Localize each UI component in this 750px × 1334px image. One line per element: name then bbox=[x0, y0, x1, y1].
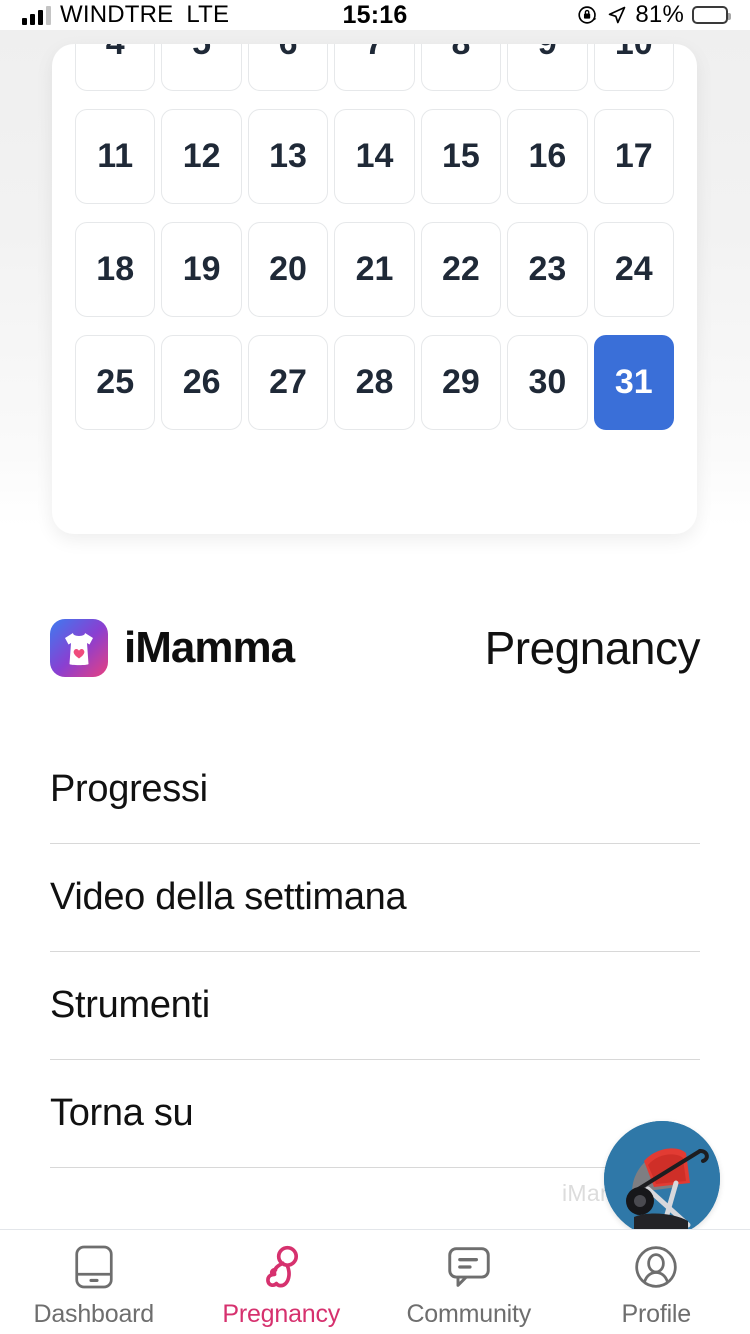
status-bar-left: WINDTRE LTE bbox=[22, 1, 375, 29]
calendar-day-18[interactable]: 18 bbox=[75, 222, 156, 317]
calendar-day-31[interactable]: 31 bbox=[593, 335, 674, 430]
calendar-day-29[interactable]: 29 bbox=[420, 335, 502, 430]
calendar-day-7[interactable]: 7 bbox=[334, 44, 415, 91]
calendar-day-15[interactable]: 15 bbox=[420, 109, 502, 204]
rotation-lock-icon bbox=[578, 6, 597, 24]
calendar-day-21[interactable]: 21 bbox=[334, 222, 415, 317]
tab-label: Pregnancy bbox=[222, 1300, 341, 1328]
network-type-label: LTE bbox=[186, 1, 230, 28]
calendar-day-4[interactable]: 4 bbox=[75, 44, 156, 91]
calendar-day-25[interactable]: 25 bbox=[75, 335, 156, 430]
calendar-day-30[interactable]: 30 bbox=[507, 335, 588, 430]
menu-item-0[interactable]: Progressi bbox=[50, 736, 700, 844]
calendar-day-28[interactable]: 28 bbox=[334, 335, 415, 430]
tab-profile[interactable]: Profile bbox=[563, 1230, 750, 1334]
signal-bars-icon bbox=[22, 5, 51, 25]
calendar-day-24[interactable]: 24 bbox=[593, 222, 674, 317]
menu-item-label: Video della settimana bbox=[50, 876, 407, 918]
menu-item-label: Strumenti bbox=[50, 984, 210, 1026]
calendar-day-10[interactable]: 10 bbox=[593, 44, 674, 91]
tab-pregnancy[interactable]: Pregnancy bbox=[188, 1230, 376, 1334]
stroller-ad-bubble[interactable] bbox=[604, 1121, 720, 1237]
calendar-day-20[interactable]: 20 bbox=[247, 222, 329, 317]
location-arrow-icon bbox=[609, 6, 626, 24]
brand-name-label: iMamma bbox=[124, 623, 295, 672]
fetus-icon bbox=[258, 1242, 304, 1292]
calendar-day-12[interactable]: 12 bbox=[161, 109, 242, 204]
brand-header-row: iMamma Pregnancy bbox=[0, 604, 750, 692]
menu-item-3[interactable]: Torna su bbox=[50, 1060, 700, 1168]
dress-glyph bbox=[65, 633, 93, 666]
page-title: Pregnancy bbox=[484, 622, 701, 674]
battery-percent-label: 81% bbox=[635, 1, 684, 28]
app-screen: WINDTRE LTE 15:16 81% 45678910 1112131415… bbox=[0, 0, 750, 1334]
calendar-day-5[interactable]: 5 bbox=[161, 44, 242, 91]
tab-label: Profile bbox=[621, 1300, 692, 1328]
calendar-day-9[interactable]: 9 bbox=[507, 44, 588, 91]
calendar-day-16[interactable]: 16 bbox=[507, 109, 588, 204]
tab-label: Dashboard bbox=[33, 1300, 154, 1328]
calendar-day-8[interactable]: 8 bbox=[420, 44, 502, 91]
calendar-day-26[interactable]: 26 bbox=[161, 335, 242, 430]
tab-community[interactable]: Community bbox=[375, 1230, 563, 1334]
calendar-day-19[interactable]: 19 bbox=[161, 222, 242, 317]
calendar-day-23[interactable]: 23 bbox=[507, 222, 588, 317]
calendar-card: 45678910 11121314151617 18192021222324 2526… bbox=[52, 44, 697, 534]
status-bar-right: 81% bbox=[375, 1, 731, 29]
imamma-dress-heart-icon bbox=[50, 619, 108, 677]
calendar-day-27[interactable]: 27 bbox=[247, 335, 329, 430]
menu-item-label: Progressi bbox=[50, 768, 208, 810]
menu-item-1[interactable]: Video della settimana bbox=[50, 844, 700, 952]
chat-bubble-icon bbox=[446, 1242, 492, 1292]
menu-item-label: Torna su bbox=[50, 1092, 194, 1134]
tab-dashboard[interactable]: Dashboard bbox=[0, 1230, 188, 1334]
calendar-day-14[interactable]: 14 bbox=[334, 109, 415, 204]
calendar-day-22[interactable]: 22 bbox=[420, 222, 502, 317]
status-bar: WINDTRE LTE 15:16 81% bbox=[0, 0, 750, 30]
calendar-grid: 45678910 11121314151617 18192021222324 2526… bbox=[72, 44, 677, 430]
calendar-day-17[interactable]: 17 bbox=[593, 109, 674, 204]
device-icon bbox=[74, 1242, 114, 1292]
calendar-day-11[interactable]: 11 bbox=[75, 109, 156, 204]
person-circle-icon bbox=[633, 1242, 679, 1292]
baby-stroller-icon bbox=[604, 1121, 720, 1237]
battery-icon bbox=[692, 6, 731, 24]
calendar-day-13[interactable]: 13 bbox=[247, 109, 329, 204]
menu-item-2[interactable]: Strumenti bbox=[50, 952, 700, 1060]
calendar-day-6[interactable]: 6 bbox=[247, 44, 329, 91]
calendar-section: 45678910 11121314151617 18192021222324 2526… bbox=[0, 30, 750, 534]
tab-label: Community bbox=[406, 1300, 532, 1328]
carrier-label: WINDTRE bbox=[60, 1, 174, 28]
bottom-tab-bar: Dashboard Pregnancy Community Profile bbox=[0, 1229, 750, 1334]
menu-list: Progressi Video della settimana Strumenti T… bbox=[0, 736, 750, 1168]
